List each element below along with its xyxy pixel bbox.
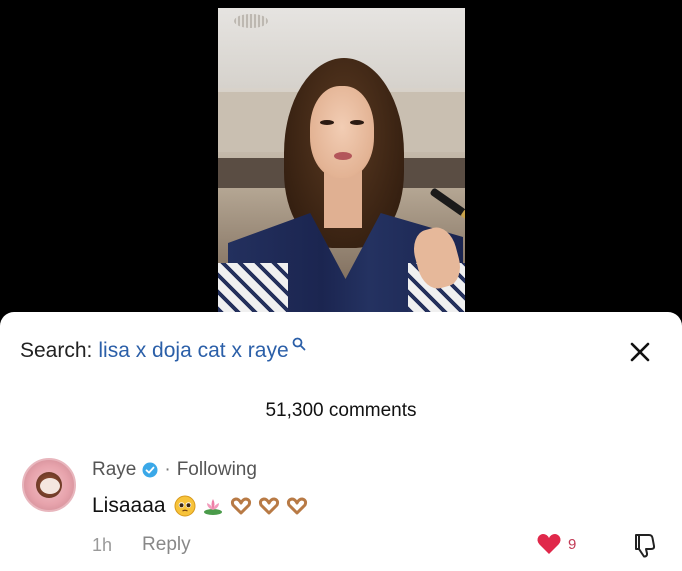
avatar-image-detail bbox=[40, 478, 60, 494]
search-prefix: Search: bbox=[20, 339, 93, 362]
following-label[interactable]: Following bbox=[177, 459, 257, 481]
video-preview[interactable] bbox=[218, 8, 465, 320]
heart-hands-emoji-icon bbox=[286, 497, 307, 515]
mascara-brush bbox=[429, 187, 465, 217]
person-eye bbox=[350, 120, 364, 125]
comment-time: 1h bbox=[92, 534, 113, 555]
person-eye bbox=[320, 120, 334, 125]
person-lips bbox=[334, 152, 352, 160]
dislike-icon[interactable] bbox=[630, 531, 658, 559]
comments-sheet: Search: lisa x doja cat x raye 51,300 co… bbox=[0, 312, 682, 571]
lotus-emoji-icon bbox=[203, 499, 222, 515]
search-suggestion[interactable]: Search: lisa x doja cat x raye bbox=[20, 336, 306, 366]
search-term-link[interactable]: lisa x doja cat x raye bbox=[98, 339, 288, 363]
ceiling-vent bbox=[234, 14, 268, 28]
heart-hands-emoji-icon bbox=[230, 497, 251, 515]
avatar[interactable] bbox=[22, 458, 76, 512]
comment-author[interactable]: Raye bbox=[92, 459, 136, 481]
reply-button[interactable]: Reply bbox=[142, 534, 191, 556]
person-face bbox=[310, 86, 374, 178]
like-count: 9 bbox=[568, 535, 577, 553]
separator-dot: · bbox=[164, 459, 171, 480]
heart-icon bbox=[537, 534, 561, 554]
comment-meta: 1h Reply bbox=[92, 534, 191, 556]
close-icon[interactable] bbox=[628, 340, 652, 364]
comment-text: Lisaaaa bbox=[92, 494, 166, 517]
search-icon bbox=[292, 337, 306, 351]
comment-header: Raye · Following bbox=[92, 458, 257, 482]
pleading-face-emoji-icon bbox=[174, 495, 196, 517]
verified-badge-icon bbox=[142, 462, 158, 478]
like-button[interactable]: 9 bbox=[536, 532, 576, 556]
comments-count: 51,300 comments bbox=[265, 400, 417, 421]
heart-hands-emoji-icon bbox=[258, 497, 279, 515]
comment-body: Lisaaaa bbox=[92, 492, 314, 520]
